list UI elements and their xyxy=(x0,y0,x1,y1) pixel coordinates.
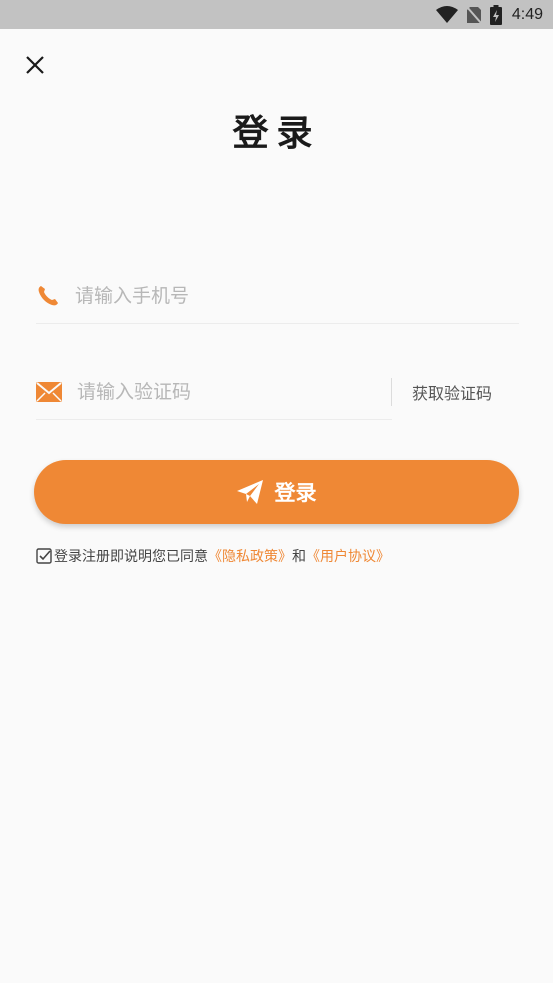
privacy-policy-link[interactable]: 《隐私政策》 xyxy=(208,546,292,566)
close-icon xyxy=(26,56,44,74)
send-icon xyxy=(236,480,263,504)
page-title: 登录 xyxy=(232,113,321,154)
status-time: 4:49 xyxy=(511,5,543,23)
phone-field xyxy=(36,268,519,324)
code-field xyxy=(36,364,392,420)
status-bar: 4:49 xyxy=(0,0,553,29)
battery-charging-icon xyxy=(489,4,502,25)
get-code-button[interactable]: 获取验证码 xyxy=(392,378,512,406)
user-agreement-link[interactable]: 《用户协议》 xyxy=(306,546,390,566)
close-button[interactable] xyxy=(22,52,48,78)
code-input[interactable] xyxy=(77,380,392,403)
wifi-icon xyxy=(435,5,458,24)
phone-icon xyxy=(36,283,60,309)
agreement-and: 和 xyxy=(292,549,306,565)
login-button[interactable]: 登录 xyxy=(34,460,519,524)
agreement-checkbox[interactable] xyxy=(36,548,52,564)
login-button-label: 登录 xyxy=(274,481,317,505)
no-sim-icon xyxy=(466,5,482,24)
agreement-text: 登录注册即说明您已同意 xyxy=(54,549,208,565)
mail-icon xyxy=(36,379,62,405)
phone-input[interactable] xyxy=(75,284,519,307)
agreement: 登录注册即说明您已同意 《隐私政策》 和 《用户协议》 xyxy=(36,545,390,567)
checkbox-checked-icon xyxy=(36,548,52,564)
